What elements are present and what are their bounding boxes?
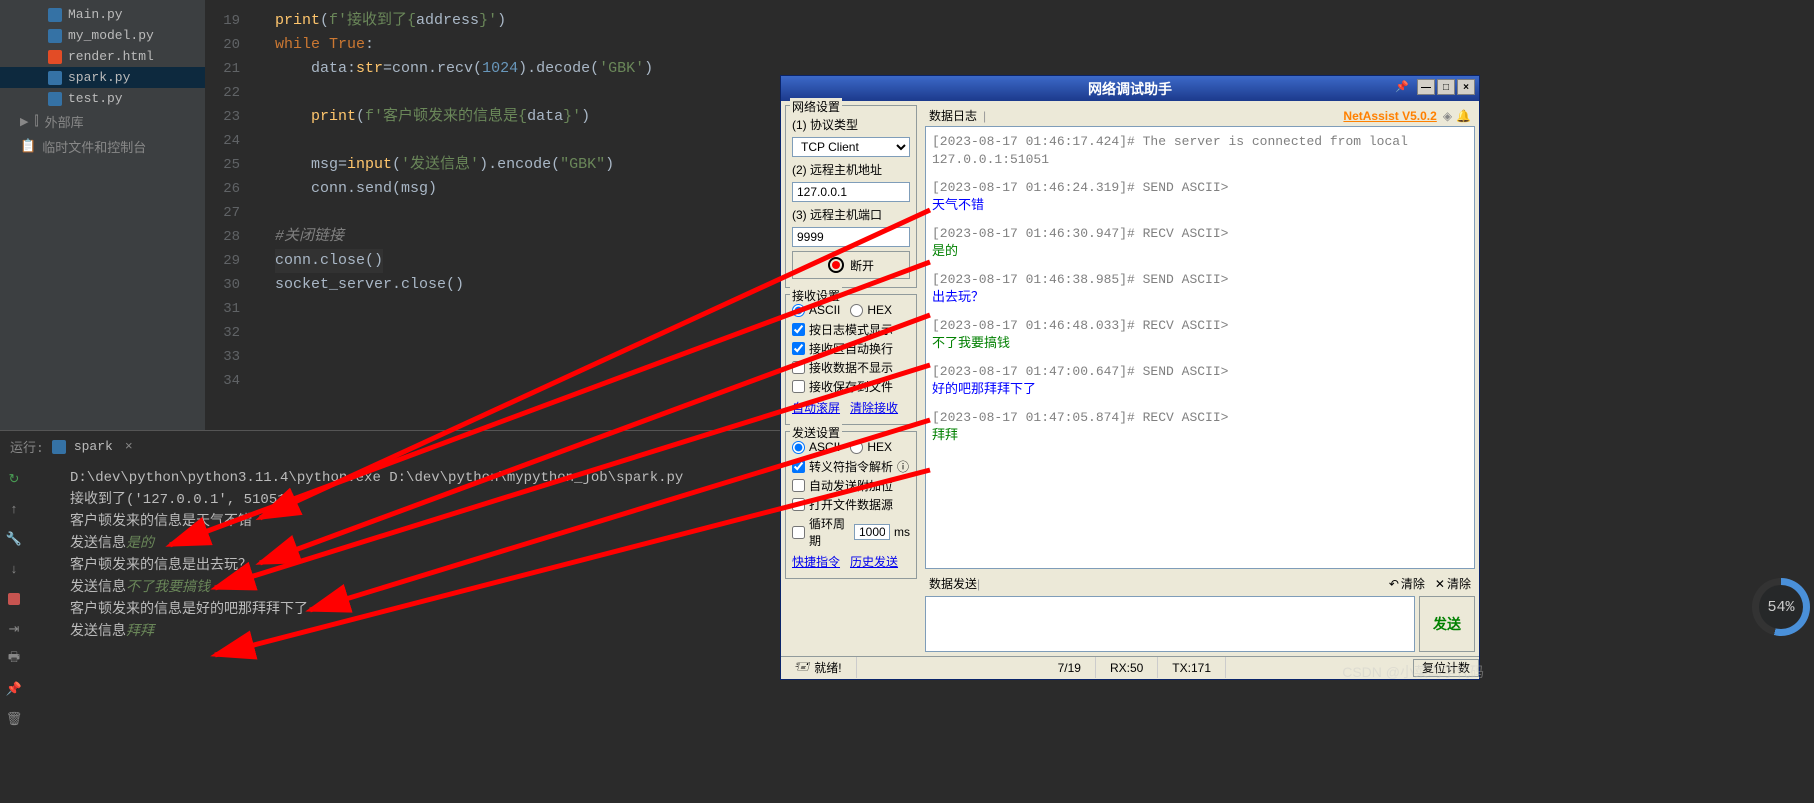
python-icon: [48, 92, 62, 106]
run-toolbar: ↻ ↑ 🔧 ↓ ⇥ 🖶 📌 🗑: [0, 463, 50, 803]
netassist-main: 数据日志 | NetAssist V5.0.2 ◈🔔 [2023-08-17 0…: [921, 101, 1479, 656]
window-title: 网络调试助手: [1088, 79, 1172, 99]
network-settings-group: 网络设置 (1) 协议类型 TCP Client (2) 远程主机地址 (3) …: [785, 105, 917, 288]
host-label: (2) 远程主机地址: [792, 161, 910, 178]
hex-radio[interactable]: HEX: [850, 440, 892, 454]
run-output[interactable]: D:\dev\python\python3.11.4\python.exe D:…: [70, 467, 683, 643]
recv-check[interactable]: 接收保存到文件: [792, 378, 910, 395]
window-title-bar[interactable]: 网络调试助手 📌 — □ ×: [781, 76, 1479, 101]
clear-recv-link[interactable]: 清除接收: [850, 399, 898, 416]
loop-interval-input[interactable]: [854, 524, 890, 540]
protocol-select[interactable]: TCP Client: [792, 137, 910, 157]
maximize-button[interactable]: □: [1437, 79, 1455, 95]
python-icon: [48, 29, 62, 43]
bell-icon[interactable]: 🔔: [1456, 109, 1471, 123]
send-check[interactable]: 转义符指令解析 ⓘ: [792, 458, 910, 475]
netassist-window: 网络调试助手 📌 — □ × 网络设置 (1) 协议类型 TCP Client …: [780, 75, 1480, 680]
status-tx: TX:171: [1158, 657, 1226, 678]
clear-button[interactable]: ↶ 清除: [1389, 575, 1425, 592]
run-label: 运行:: [10, 437, 44, 456]
python-icon: [48, 8, 62, 22]
send-settings-group: 发送设置 ASCII HEX 转义符指令解析 ⓘ 自动发送附加位 打开文件数据源…: [785, 431, 917, 579]
record-icon: [828, 257, 844, 273]
watermark: CSDN @小菜鸟学代码: [1342, 662, 1484, 682]
autoscroll-link[interactable]: 自动滚屏: [792, 399, 840, 416]
file-item[interactable]: test.py: [0, 88, 205, 109]
recv-check[interactable]: 接收区自动换行: [792, 340, 910, 357]
close-icon[interactable]: ×: [125, 439, 133, 454]
brand-link[interactable]: NetAssist V5.0.2: [1343, 109, 1436, 123]
run-tab-name[interactable]: spark: [74, 439, 113, 454]
file-item[interactable]: render.html: [0, 46, 205, 67]
status-ready: 🖅 就绪!: [781, 657, 857, 678]
html-icon: [48, 50, 62, 64]
pin-icon[interactable]: 📌: [1395, 80, 1409, 93]
port-label: (3) 远程主机端口: [792, 206, 910, 223]
netassist-sidebar: 网络设置 (1) 协议类型 TCP Client (2) 远程主机地址 (3) …: [781, 101, 921, 656]
pin-icon[interactable]: 📌: [4, 679, 24, 699]
print-icon[interactable]: 🖶: [4, 649, 24, 669]
external-libraries[interactable]: ▶ ⫿ 外部库: [0, 109, 205, 134]
diamond-icon[interactable]: ◈: [1443, 109, 1452, 123]
hex-radio[interactable]: HEX: [850, 303, 892, 317]
recv-check[interactable]: 接收数据不显示: [792, 359, 910, 376]
code-content: print(f'接收到了{address}') while True: data…: [275, 9, 653, 345]
wrench-icon[interactable]: 🔧: [4, 529, 24, 549]
port-input[interactable]: [792, 227, 910, 247]
recv-check[interactable]: 按日志模式显示: [792, 321, 910, 338]
file-item[interactable]: Main.py: [0, 4, 205, 25]
data-send-label: 数据发送: [929, 575, 977, 592]
file-item[interactable]: my_model.py: [0, 25, 205, 46]
code-editor[interactable]: 19202122232425262728293031323334 print(f…: [205, 0, 780, 430]
disconnect-button[interactable]: 断开: [792, 251, 910, 279]
send-button[interactable]: 发送: [1419, 596, 1475, 652]
recv-settings-group: 接收设置 ASCII HEX 按日志模式显示 接收区自动换行 接收数据不显示 接…: [785, 294, 917, 425]
python-icon: [48, 71, 62, 85]
status-rx: RX:50: [1096, 657, 1158, 678]
run-tool-button[interactable]: ⇥: [4, 619, 24, 639]
stop-button[interactable]: [4, 589, 24, 609]
ascii-radio[interactable]: ASCII: [792, 440, 840, 454]
scratches[interactable]: 📋 临时文件和控制台: [0, 134, 205, 159]
send-check[interactable]: 自动发送附加位: [792, 477, 910, 494]
data-log-area[interactable]: [2023-08-17 01:46:17.424]# The server is…: [925, 126, 1475, 569]
host-input[interactable]: [792, 182, 910, 202]
protocol-label: (1) 协议类型: [792, 116, 910, 133]
status-pos: 7/19: [1044, 657, 1096, 678]
line-gutter: 19202122232425262728293031323334: [205, 0, 260, 393]
minimize-button[interactable]: —: [1417, 79, 1435, 95]
ascii-radio[interactable]: ASCII: [792, 303, 840, 317]
data-log-label: 数据日志: [929, 107, 977, 124]
run-panel: 运行: spark × ↻ ↑ 🔧 ↓ ⇥ 🖶 📌 🗑 D:\dev\pytho…: [0, 430, 780, 802]
file-item-selected[interactable]: spark.py: [0, 67, 205, 88]
run-tab-bar: 运行: spark ×: [0, 431, 780, 462]
close-button[interactable]: ×: [1457, 79, 1475, 95]
send-textarea[interactable]: [925, 596, 1415, 652]
clear-button[interactable]: ✕ 清除: [1435, 575, 1471, 592]
run-tool-button[interactable]: ↓: [4, 559, 24, 579]
send-check[interactable]: 打开文件数据源: [792, 496, 910, 513]
history-send-link[interactable]: 历史发送: [850, 553, 898, 570]
trash-icon[interactable]: 🗑: [4, 709, 24, 729]
run-tool-button[interactable]: ↑: [4, 499, 24, 519]
python-icon: [52, 440, 66, 454]
file-tree: Main.py my_model.py render.html spark.py…: [0, 0, 205, 430]
chevron-right-icon: ▶: [20, 115, 28, 129]
rerun-button[interactable]: ↻: [4, 469, 24, 489]
loop-check[interactable]: 循环周期 ms: [792, 515, 910, 549]
quick-cmd-link[interactable]: 快捷指令: [792, 553, 840, 570]
progress-indicator: 54%: [1752, 578, 1810, 636]
